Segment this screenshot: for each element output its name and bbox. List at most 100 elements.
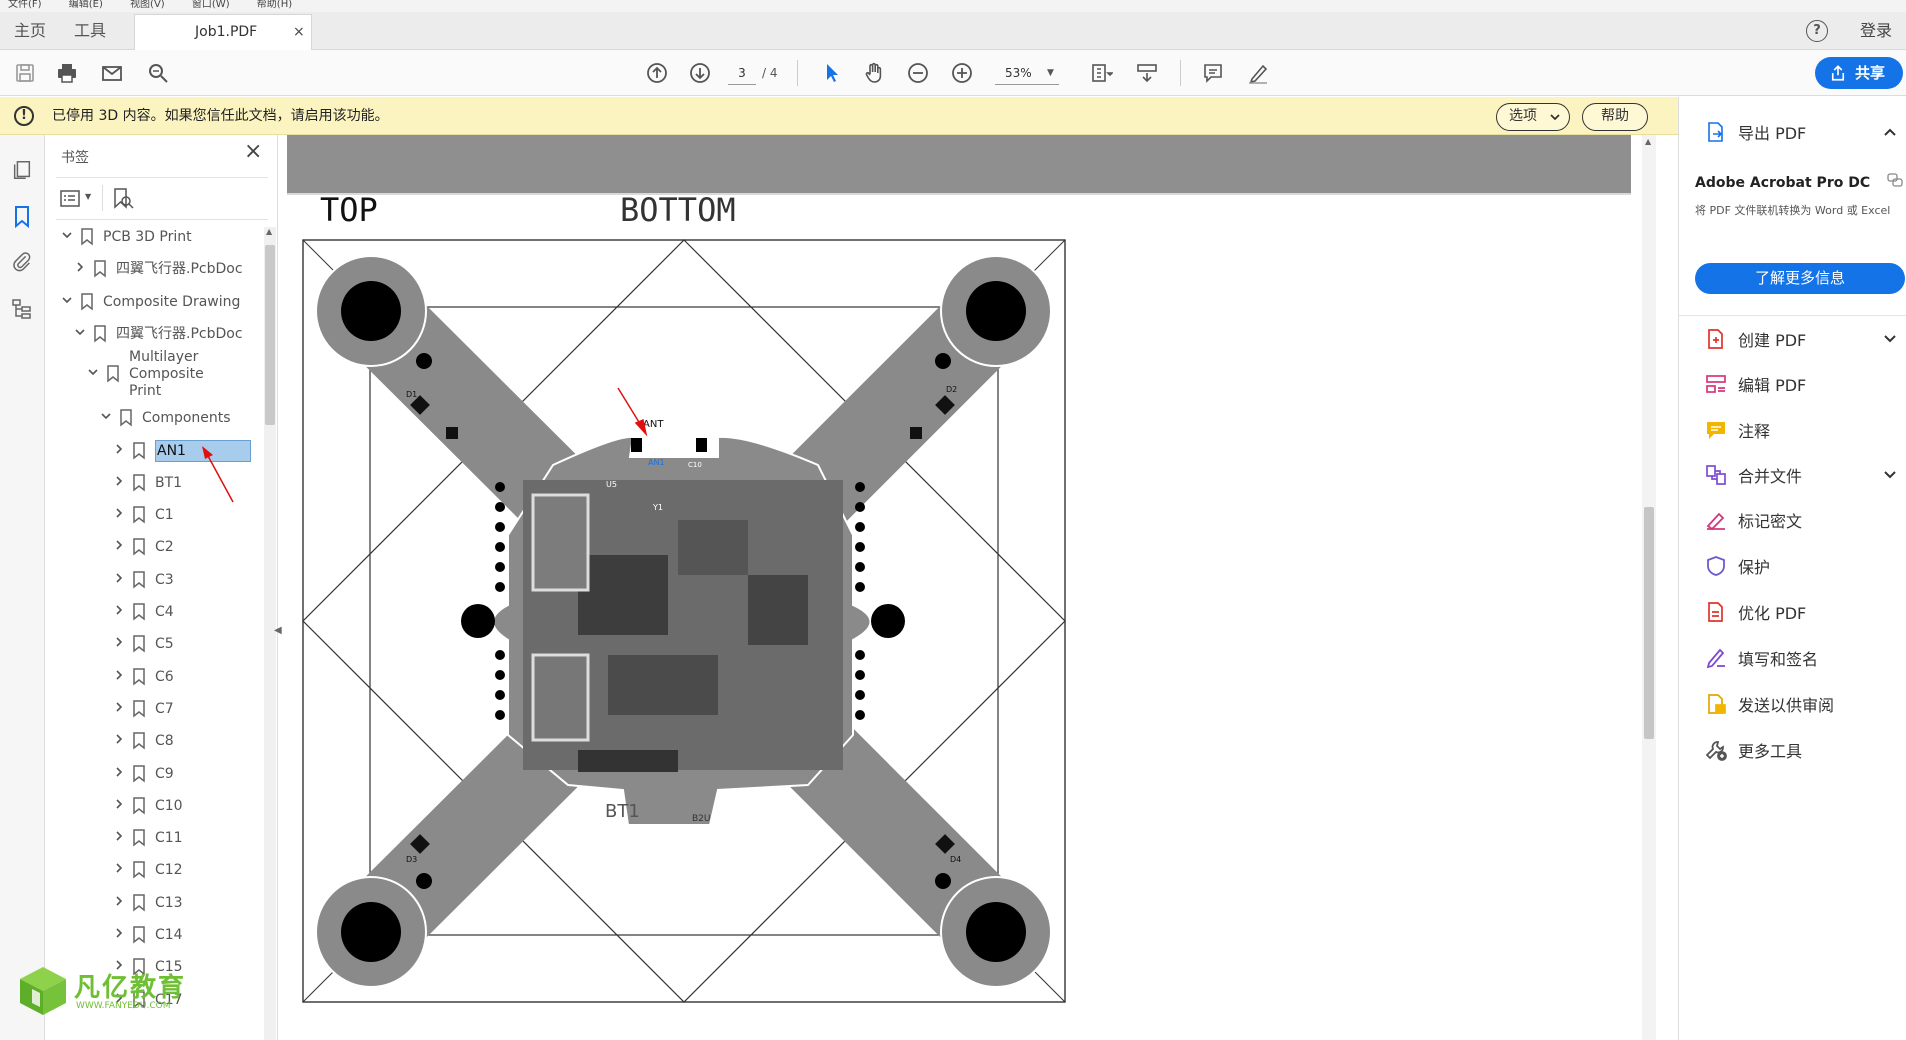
- chevron-down-icon[interactable]: [60, 229, 74, 245]
- bookmark-item[interactable]: BT1: [112, 467, 182, 499]
- bookmark-item[interactable]: C14: [112, 919, 183, 951]
- pages-icon[interactable]: [11, 159, 33, 181]
- bookmark-item[interactable]: C10: [112, 790, 183, 822]
- tab-tools[interactable]: 工具: [74, 12, 106, 50]
- bookmark-item[interactable]: C13: [112, 887, 183, 919]
- scroll-up-icon[interactable]: ▲: [266, 227, 272, 236]
- share-button[interactable]: 共享: [1815, 57, 1903, 89]
- bookmark-item[interactable]: C7: [112, 693, 174, 725]
- tab-document[interactable]: Job1.PDF ×: [134, 14, 312, 50]
- bookmark-icon[interactable]: [12, 205, 32, 229]
- chevron-down-icon[interactable]: [1883, 470, 1897, 480]
- bookmark-item[interactable]: C2: [112, 531, 174, 563]
- chevron-right-icon[interactable]: [112, 507, 126, 523]
- more-tools[interactable]: 更多工具: [1704, 735, 1802, 765]
- print-icon[interactable]: [52, 58, 82, 88]
- menu-file[interactable]: 文件(F): [8, 0, 42, 10]
- hand-tool-icon[interactable]: [859, 58, 889, 88]
- optimize-pdf-tool[interactable]: 优化 PDF: [1704, 597, 1806, 627]
- chevron-right-icon[interactable]: [112, 830, 126, 846]
- chevron-down-icon[interactable]: [60, 294, 74, 310]
- chevron-down-icon[interactable]: [73, 326, 87, 342]
- edit-pdf-tool[interactable]: 编辑 PDF: [1704, 369, 1806, 399]
- chevron-right-icon[interactable]: [112, 701, 126, 717]
- send-review-tool[interactable]: 发送以供审阅: [1704, 689, 1834, 719]
- menu-edit[interactable]: 编辑(E): [69, 0, 103, 10]
- scroll-up-icon[interactable]: ▲: [1645, 137, 1651, 146]
- document-scrollbar[interactable]: ▲: [1642, 135, 1656, 1040]
- combine-files-tool[interactable]: 合并文件: [1704, 460, 1802, 490]
- fit-page-icon[interactable]: [1086, 58, 1116, 88]
- chevron-right-icon[interactable]: [112, 895, 126, 911]
- save-icon[interactable]: [10, 58, 40, 88]
- highlight-pen-icon[interactable]: [1243, 58, 1273, 88]
- export-pdf-tool[interactable]: 导出 PDF: [1704, 120, 1806, 144]
- attachment-icon[interactable]: [11, 250, 33, 272]
- login-link[interactable]: 登录: [1860, 12, 1892, 50]
- scrollbar-thumb[interactable]: [1644, 507, 1654, 739]
- bookmark-item[interactable]: C3: [112, 564, 174, 596]
- bookmark-item[interactable]: C4: [112, 596, 174, 628]
- fill-sign-tool[interactable]: 填写和签名: [1704, 643, 1818, 673]
- bookmark-item[interactable]: C12: [112, 854, 183, 886]
- page-up-icon[interactable]: [642, 58, 672, 88]
- tab-home[interactable]: 主页: [14, 12, 46, 50]
- bookmark-item[interactable]: Components: [99, 402, 231, 434]
- bookmark-item[interactable]: C9: [112, 758, 174, 790]
- chevron-up-icon[interactable]: [1883, 127, 1897, 137]
- layers-icon[interactable]: [10, 297, 34, 321]
- chevron-down-icon[interactable]: [99, 410, 113, 426]
- page-number-input[interactable]: 3: [728, 61, 756, 85]
- zoom-out-icon[interactable]: [903, 58, 933, 88]
- bookmark-item[interactable]: 四翼飞行器.PcbDoc: [73, 318, 243, 350]
- options-button[interactable]: 选项: [1496, 103, 1570, 131]
- chevron-right-icon[interactable]: [112, 604, 126, 620]
- zoom-in-icon[interactable]: [947, 58, 977, 88]
- help-icon[interactable]: ?: [1806, 20, 1828, 42]
- chevron-right-icon[interactable]: [112, 572, 126, 588]
- bookmark-item[interactable]: PCB 3D Print: [60, 221, 192, 253]
- comment-tool[interactable]: 注释: [1704, 415, 1770, 445]
- page-down-icon[interactable]: [685, 58, 715, 88]
- document-viewport[interactable]: ◀ ▶ ▲ TOP BOTTOM: [274, 135, 1678, 1040]
- chevron-right-icon[interactable]: [112, 798, 126, 814]
- help-button[interactable]: 帮助: [1582, 103, 1648, 131]
- bookmark-item[interactable]: C1: [112, 499, 174, 531]
- bookmark-item[interactable]: Composite Drawing: [60, 286, 240, 318]
- chevron-right-icon[interactable]: [112, 636, 126, 652]
- chevron-right-icon[interactable]: [112, 862, 126, 878]
- learn-more-button[interactable]: 了解更多信息: [1695, 263, 1905, 294]
- bookmark-item[interactable]: C8: [112, 725, 174, 757]
- bookmark-item[interactable]: Multilayer Composite Print: [86, 349, 239, 399]
- menu-help[interactable]: 帮助(H): [257, 0, 292, 10]
- chevron-down-icon[interactable]: [1883, 334, 1897, 344]
- scroll-mode-icon[interactable]: [1132, 58, 1162, 88]
- chevron-right-icon[interactable]: [112, 766, 126, 782]
- bookmark-item[interactable]: C6: [112, 661, 174, 693]
- bookmark-item[interactable]: 四翼飞行器.PcbDoc: [73, 253, 243, 285]
- bookmark-item[interactable]: C11: [112, 822, 183, 854]
- bookmark-options-menu[interactable]: ▼: [60, 187, 96, 211]
- protect-tool[interactable]: 保护: [1704, 551, 1770, 581]
- chevron-right-icon[interactable]: [112, 669, 126, 685]
- comment-icon[interactable]: [1198, 58, 1228, 88]
- menu-window[interactable]: 窗口(W): [192, 0, 230, 10]
- scrollbar-thumb[interactable]: [265, 245, 275, 425]
- zoom-select[interactable]: 53% ▼: [995, 61, 1059, 85]
- find-bookmark-icon[interactable]: [112, 187, 134, 211]
- tab-close-icon[interactable]: ×: [293, 15, 305, 49]
- chevron-right-icon[interactable]: [73, 261, 87, 277]
- panel-close-icon[interactable]: ×: [244, 139, 262, 164]
- chevron-right-icon[interactable]: [112, 927, 126, 943]
- search-icon[interactable]: [143, 58, 173, 88]
- menu-view[interactable]: 视图(V): [130, 0, 165, 10]
- chevron-right-icon[interactable]: [112, 733, 126, 749]
- email-icon[interactable]: [97, 58, 127, 88]
- select-cursor-icon[interactable]: [817, 58, 847, 88]
- chevron-right-icon[interactable]: [112, 443, 126, 459]
- create-pdf-tool[interactable]: 创建 PDF: [1704, 324, 1806, 354]
- chevron-down-icon[interactable]: [86, 366, 100, 382]
- chevron-right-icon[interactable]: [112, 475, 126, 491]
- link-icon[interactable]: [1887, 173, 1903, 187]
- redact-tool[interactable]: 标记密文: [1704, 505, 1802, 535]
